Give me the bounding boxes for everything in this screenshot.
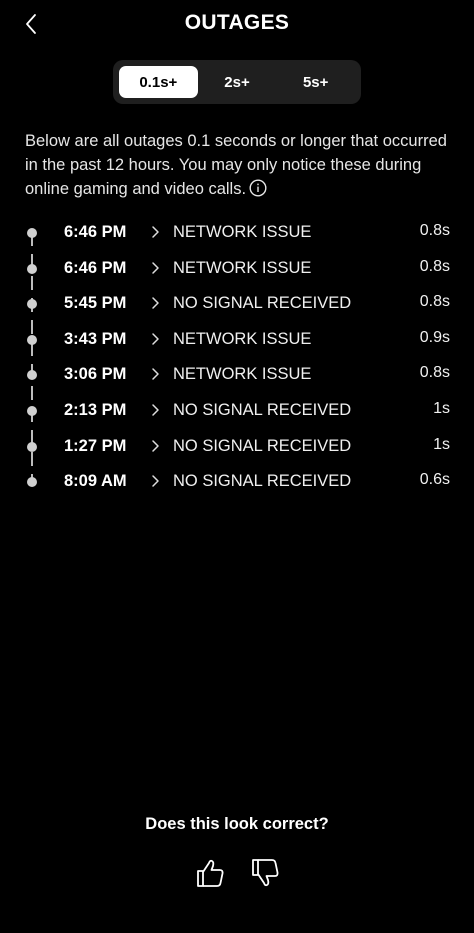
description: Below are all outages 0.1 seconds or lon… xyxy=(25,129,455,201)
timeline-dot xyxy=(27,334,37,345)
feedback-question: Does this look correct? xyxy=(145,815,329,833)
outage-duration: 0.8s xyxy=(419,364,450,382)
outage-duration: 0.8s xyxy=(419,293,450,311)
timeline-dot xyxy=(27,299,37,310)
outage-row[interactable]: 6:46 PM NETWORK ISSUE 0.8s xyxy=(0,250,474,286)
chevron-right-icon xyxy=(152,439,159,452)
chevron-right-icon xyxy=(152,226,159,238)
outage-row[interactable]: 3:06 PM NETWORK ISSUE 0.8s xyxy=(0,356,474,392)
outage-duration: 0.6s xyxy=(419,471,450,489)
outage-time: 8:09 AM xyxy=(64,472,127,491)
outage-duration: 1s xyxy=(433,435,450,453)
outage-duration: 1s xyxy=(433,399,450,417)
outage-reason: NO SIGNAL RECEIVED xyxy=(173,472,352,491)
threshold-filter: 0.1s+ 2s+ 5s+ xyxy=(113,60,361,104)
timeline-dot xyxy=(27,405,37,416)
timeline-dot xyxy=(27,228,37,238)
outage-row[interactable]: 8:09 AM NO SIGNAL RECEIVED 0.6s xyxy=(0,463,474,499)
chevron-right-icon xyxy=(152,368,159,381)
outage-reason: NETWORK ISSUE xyxy=(173,223,312,241)
thumbs-down-icon xyxy=(252,859,279,887)
outage-time: 6:46 PM xyxy=(64,223,127,241)
outage-reason: NO SIGNAL RECEIVED xyxy=(173,400,352,419)
outage-row[interactable]: 1:27 PM NO SIGNAL RECEIVED 1s xyxy=(0,428,474,464)
thumbs-down-button[interactable] xyxy=(250,855,280,891)
outage-list: 6:46 PM NETWORK ISSUE 0.8s 6:46 PM NETWO… xyxy=(0,214,474,499)
outage-row[interactable]: 6:46 PM NETWORK ISSUE 0.8s xyxy=(0,214,474,250)
outage-reason: NO SIGNAL RECEIVED xyxy=(173,294,352,313)
timeline-dot xyxy=(27,263,37,274)
timeline-dot xyxy=(27,370,37,381)
thumbs-up-icon xyxy=(197,859,224,887)
outage-time: 6:46 PM xyxy=(64,258,127,277)
outage-time: 1:27 PM xyxy=(64,436,127,455)
outage-time: 3:06 PM xyxy=(64,365,127,384)
timeline-dot xyxy=(27,441,37,452)
chevron-right-icon xyxy=(152,297,159,309)
description-text: Below are all outages 0.1 seconds or lon… xyxy=(25,132,447,198)
filter-0-1s[interactable]: 0.1s+ xyxy=(119,66,198,98)
outage-reason: NETWORK ISSUE xyxy=(173,365,312,384)
outage-time: 3:43 PM xyxy=(64,329,127,348)
outage-duration: 0.8s xyxy=(419,257,450,275)
chevron-right-icon xyxy=(152,261,159,274)
outage-reason: NETWORK ISSUE xyxy=(173,258,312,277)
chevron-right-icon xyxy=(152,475,159,487)
outage-time: 5:45 PM xyxy=(64,294,127,313)
thumbs-up-button[interactable] xyxy=(195,855,225,891)
outage-duration: 0.8s xyxy=(419,222,450,239)
chevron-right-icon xyxy=(152,333,159,345)
outage-duration: 0.9s xyxy=(419,328,450,346)
info-icon[interactable] xyxy=(249,179,267,197)
header: OUTAGES xyxy=(0,0,474,48)
outage-time: 2:13 PM xyxy=(64,400,127,419)
filter-2s[interactable]: 2s+ xyxy=(198,66,277,98)
outage-row[interactable]: 3:43 PM NETWORK ISSUE 0.9s xyxy=(0,321,474,357)
outage-row[interactable]: 5:45 PM NO SIGNAL RECEIVED 0.8s xyxy=(0,285,474,321)
filter-5s[interactable]: 5s+ xyxy=(276,66,355,98)
timeline-dot xyxy=(27,477,37,488)
outage-reason: NO SIGNAL RECEIVED xyxy=(173,436,352,455)
chevron-right-icon xyxy=(152,404,159,416)
outage-reason: NETWORK ISSUE xyxy=(173,329,312,348)
outage-row[interactable]: 2:13 PM NO SIGNAL RECEIVED 1s xyxy=(0,392,474,428)
page-title: OUTAGES xyxy=(184,11,290,34)
